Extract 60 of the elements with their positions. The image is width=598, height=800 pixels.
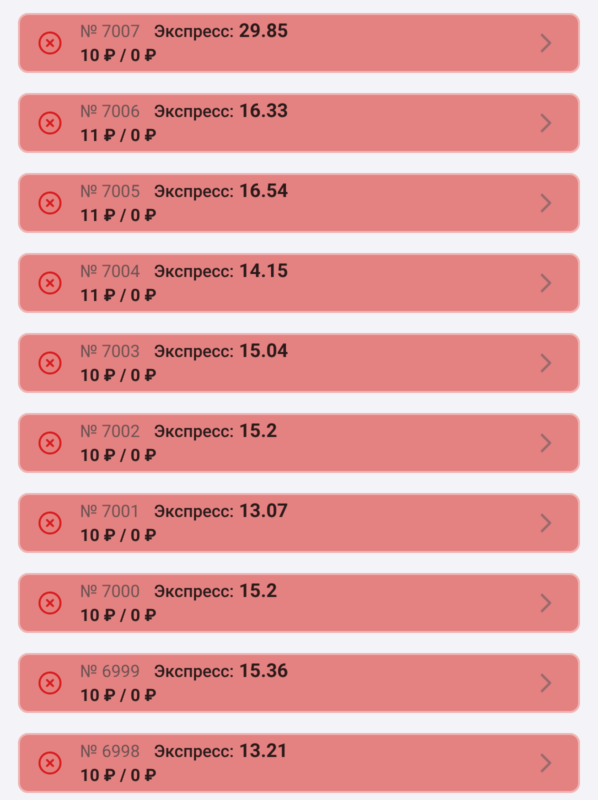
bet-number: № 7004 xyxy=(80,260,140,284)
coefficient: 15.04 xyxy=(238,338,288,362)
bet-type: Экспресс: xyxy=(154,260,234,284)
bet-card[interactable]: № 7003 Экспресс: 15.04 10 ₽ / 0 ₽ xyxy=(18,333,580,393)
bet-number: № 7007 xyxy=(80,20,140,44)
bet-amounts: 10 ₽ / 0 ₽ xyxy=(80,764,158,788)
coefficient: 13.07 xyxy=(238,498,288,522)
chevron-right-icon xyxy=(540,113,552,133)
coefficient: 15.36 xyxy=(238,658,288,682)
bet-number: № 7003 xyxy=(80,340,140,364)
bet-type: Экспресс: xyxy=(154,580,234,604)
bet-number: № 7000 xyxy=(80,580,140,604)
bet-card[interactable]: № 7007 Экспресс: 29.85 10 ₽ / 0 ₽ xyxy=(18,13,580,73)
bet-number: № 7005 xyxy=(80,180,140,204)
bet-card[interactable]: № 7000 Экспресс: 15.2 10 ₽ / 0 ₽ xyxy=(18,573,580,633)
bet-amounts: 11 ₽ / 0 ₽ xyxy=(80,284,158,308)
bet-type: Экспресс: xyxy=(154,20,234,44)
coefficient: 15.2 xyxy=(238,578,278,602)
chevron-right-icon xyxy=(540,33,552,53)
bet-card[interactable]: № 6998 Экспресс: 13.21 10 ₽ / 0 ₽ xyxy=(18,733,580,793)
coefficient: 29.85 xyxy=(238,18,288,42)
bet-type: Экспресс: xyxy=(154,180,234,204)
bet-type: Экспресс: xyxy=(154,660,234,684)
bet-type: Экспресс: xyxy=(154,740,234,764)
bet-amounts: 11 ₽ / 0 ₽ xyxy=(80,204,158,228)
bet-number: № 7001 xyxy=(80,500,140,524)
coefficient: 14.15 xyxy=(238,258,288,282)
bet-amounts: 10 ₽ / 0 ₽ xyxy=(80,604,158,628)
chevron-right-icon xyxy=(540,753,552,773)
bet-number: № 6999 xyxy=(80,660,140,684)
bet-amounts: 10 ₽ / 0 ₽ xyxy=(80,444,158,468)
bet-amounts: 10 ₽ / 0 ₽ xyxy=(80,524,158,548)
chevron-right-icon xyxy=(540,193,552,213)
bet-card[interactable]: № 7001 Экспресс: 13.07 10 ₽ / 0 ₽ xyxy=(18,493,580,553)
bet-card[interactable]: № 7002 Экспресс: 15.2 10 ₽ / 0 ₽ xyxy=(18,413,580,473)
chevron-right-icon xyxy=(540,353,552,373)
coefficient: 13.21 xyxy=(238,738,288,762)
bet-number: № 7006 xyxy=(80,100,140,124)
chevron-right-icon xyxy=(540,673,552,693)
bet-number: № 7002 xyxy=(80,420,140,444)
bet-card[interactable]: № 7004 Экспресс: 14.15 11 ₽ / 0 ₽ xyxy=(18,253,580,313)
bet-number: № 6998 xyxy=(80,740,140,764)
bet-card[interactable]: № 7006 Экспресс: 16.33 11 ₽ / 0 ₽ xyxy=(18,93,580,153)
bet-amounts: 10 ₽ / 0 ₽ xyxy=(80,684,158,708)
bet-type: Экспресс: xyxy=(154,500,234,524)
chevron-right-icon xyxy=(540,273,552,293)
bet-type: Экспресс: xyxy=(154,100,234,124)
bet-amounts: 11 ₽ / 0 ₽ xyxy=(80,124,158,148)
bet-amounts: 10 ₽ / 0 ₽ xyxy=(80,44,158,68)
bet-type: Экспресс: xyxy=(154,420,234,444)
chevron-right-icon xyxy=(540,593,552,613)
coefficient: 16.33 xyxy=(238,98,288,122)
bet-type: Экспресс: xyxy=(154,340,234,364)
chevron-right-icon xyxy=(540,433,552,453)
coefficient: 15.2 xyxy=(238,418,278,442)
bet-card[interactable]: № 7005 Экспресс: 16.54 11 ₽ / 0 ₽ xyxy=(18,173,580,233)
bet-amounts: 10 ₽ / 0 ₽ xyxy=(80,364,158,388)
chevron-right-icon xyxy=(540,513,552,533)
coefficient: 16.54 xyxy=(238,178,288,202)
bet-card[interactable]: № 6999 Экспресс: 15.36 10 ₽ / 0 ₽ xyxy=(18,653,580,713)
